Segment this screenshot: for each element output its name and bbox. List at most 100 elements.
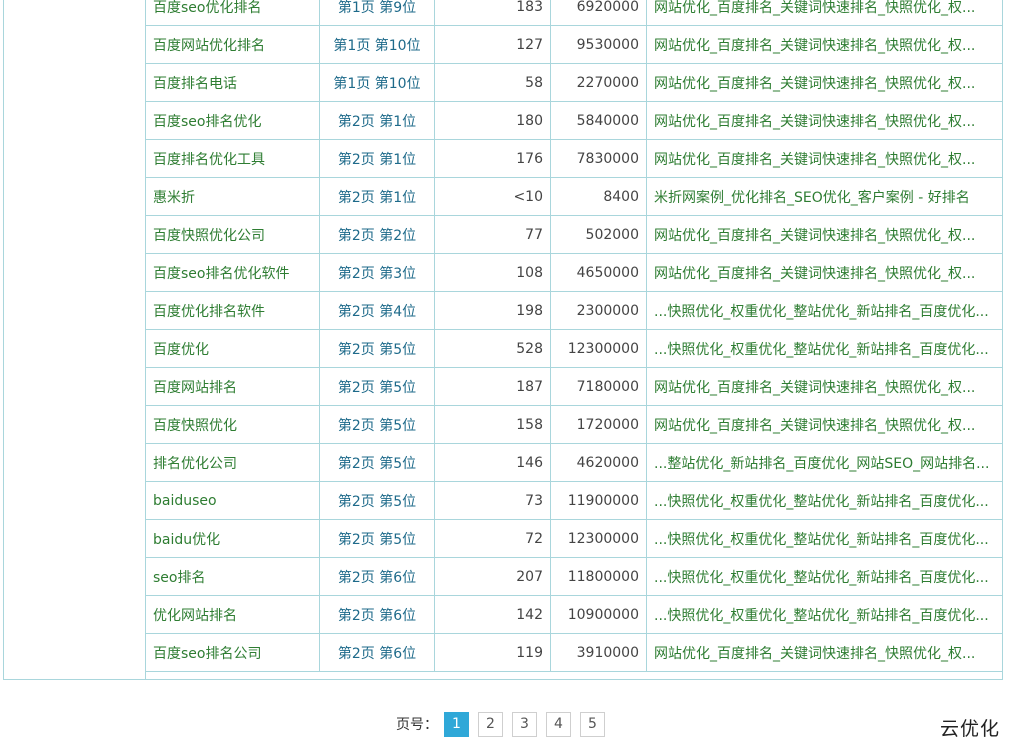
result-count-cell: 11900000 (550, 481, 647, 520)
page-title-cell[interactable]: 网站优化_百度排名_关键词快速排名_快照优化_权... (646, 215, 1003, 254)
pagination-label: 页号： (396, 717, 438, 733)
search-index-cell: 146 (434, 443, 551, 482)
table-row: 排名优化公司 第2页 第5位 146 4620000 ...整站优化_新站排名_百度优化… (145, 443, 1003, 482)
page-button-2[interactable]: 2 (478, 711, 503, 737)
keyword-cell[interactable]: 百度seo排名优化软件 (145, 253, 320, 292)
ranking-position-cell: 第2页 第1位 (319, 177, 435, 216)
keyword-cell[interactable]: 百度seo排名优化 (145, 101, 320, 140)
keyword-cell[interactable]: baiduseo (145, 481, 320, 520)
page-title-cell[interactable]: 网站优化_百度排名_关键词快速排名_快照优化_权... (646, 405, 1003, 444)
search-index-cell: 142 (434, 595, 551, 634)
ranking-position-cell: 第2页 第5位 (319, 405, 435, 444)
table-row: 百度seo排名公司 第2页 第6位 119 3910000 网站优化_百度排名_关键词快… (145, 633, 1003, 672)
keyword-ranking-table: 百度seo优化排名 第1页 第9位 183 6920000 网站优化_百度排名_关键词快… (145, 0, 1003, 672)
keyword-cell[interactable]: 百度快照优化公司 (145, 215, 320, 254)
search-index-cell: 183 (434, 0, 551, 26)
search-index-cell: 119 (434, 633, 551, 672)
keyword-cell[interactable]: 优化网站排名 (145, 595, 320, 634)
search-index-cell: 73 (434, 481, 551, 520)
table-row: 优化网站排名 第2页 第6位 142 10900000 ...快照优化_权重优化_整站优… (145, 595, 1003, 634)
result-count-cell: 2300000 (550, 291, 647, 330)
table-row: 百度seo优化排名 第1页 第9位 183 6920000 网站优化_百度排名_关键词快… (145, 0, 1003, 26)
search-index-cell: 158 (434, 405, 551, 444)
search-index-cell: 58 (434, 63, 551, 102)
result-count-cell: 502000 (550, 215, 647, 254)
page-title-cell[interactable]: ...快照优化_权重优化_整站优化_新站排名_百度优化... (646, 595, 1003, 634)
page-title-cell[interactable]: 网站优化_百度排名_关键词快速排名_快照优化_权... (646, 0, 1003, 26)
result-count-cell: 7180000 (550, 367, 647, 406)
search-index-cell: 77 (434, 215, 551, 254)
keyword-cell[interactable]: 百度排名电话 (145, 63, 320, 102)
keyword-cell[interactable]: 百度优化 (145, 329, 320, 368)
keyword-cell[interactable]: 百度网站排名 (145, 367, 320, 406)
keyword-cell[interactable]: 百度seo优化排名 (145, 0, 320, 26)
ranking-position-cell: 第2页 第5位 (319, 519, 435, 558)
page-title-cell[interactable]: 米折网案例_优化排名_SEO优化_客户案例 - 好排名 (646, 177, 1003, 216)
page-title-cell[interactable]: ...快照优化_权重优化_整站优化_新站排名_百度优化... (646, 481, 1003, 520)
page-title-cell[interactable]: 网站优化_百度排名_关键词快速排名_快照优化_权... (646, 139, 1003, 178)
ranking-position-cell: 第2页 第6位 (319, 595, 435, 634)
keyword-cell[interactable]: 惠米折 (145, 177, 320, 216)
page-title-cell[interactable]: ...快照优化_权重优化_整站优化_新站排名_百度优化... (646, 329, 1003, 368)
page-title-cell[interactable]: ...整站优化_新站排名_百度优化_网站SEO_网站排名... (646, 443, 1003, 482)
page-button-4[interactable]: 4 (546, 711, 571, 737)
table-row: 百度快照优化公司 第2页 第2位 77 502000 网站优化_百度排名_关键词快速排名… (145, 215, 1003, 254)
table-row: 百度seo排名优化软件 第2页 第3位 108 4650000 网站优化_百度排名_关键… (145, 253, 1003, 292)
page-title-cell[interactable]: ...快照优化_权重优化_整站优化_新站排名_百度优化... (646, 557, 1003, 596)
table-row: 百度seo排名优化 第2页 第1位 180 5840000 网站优化_百度排名_关键词快… (145, 101, 1003, 140)
ranking-position-cell: 第2页 第2位 (319, 215, 435, 254)
result-count-cell: 9530000 (550, 25, 647, 64)
table-row: 百度优化排名软件 第2页 第4位 198 2300000 ...快照优化_权重优化_整站… (145, 291, 1003, 330)
page-button-1[interactable]: 1 (444, 711, 469, 737)
search-index-cell: 127 (434, 25, 551, 64)
ranking-position-cell: 第2页 第6位 (319, 557, 435, 596)
left-column-blank (4, 0, 146, 679)
result-count-cell: 10900000 (550, 595, 647, 634)
search-index-cell: 72 (434, 519, 551, 558)
ranking-position-cell: 第2页 第5位 (319, 443, 435, 482)
ranking-position-cell: 第2页 第5位 (319, 481, 435, 520)
ranking-position-cell: 第2页 第3位 (319, 253, 435, 292)
page-title-cell[interactable]: 网站优化_百度排名_关键词快速排名_快照优化_权... (646, 367, 1003, 406)
search-index-cell: 180 (434, 101, 551, 140)
search-index-cell: 187 (434, 367, 551, 406)
result-count-cell: 4650000 (550, 253, 647, 292)
keyword-cell[interactable]: 百度seo排名公司 (145, 633, 320, 672)
keyword-cell[interactable]: seo排名 (145, 557, 320, 596)
keyword-cell[interactable]: 百度排名优化工具 (145, 139, 320, 178)
page-title-cell[interactable]: 网站优化_百度排名_关键词快速排名_快照优化_权... (646, 25, 1003, 64)
keyword-cell[interactable]: 排名优化公司 (145, 443, 320, 482)
table-row: 百度优化 第2页 第5位 528 12300000 ...快照优化_权重优化_整站优化_… (145, 329, 1003, 368)
keyword-cell[interactable]: 百度优化排名软件 (145, 291, 320, 330)
pagination-buttons: 12345 (444, 711, 614, 737)
page-title-cell[interactable]: 网站优化_百度排名_关键词快速排名_快照优化_权... (646, 101, 1003, 140)
page-title-cell[interactable]: 网站优化_百度排名_关键词快速排名_快照优化_权... (646, 633, 1003, 672)
search-index-cell: 207 (434, 557, 551, 596)
ranking-position-cell: 第1页 第10位 (319, 25, 435, 64)
table-row: seo排名 第2页 第6位 207 11800000 ...快照优化_权重优化_整站优化… (145, 557, 1003, 596)
result-count-cell: 8400 (550, 177, 647, 216)
page-button-3[interactable]: 3 (512, 711, 537, 737)
result-count-cell: 12300000 (550, 519, 647, 558)
keyword-cell[interactable]: baidu优化 (145, 519, 320, 558)
page-title-cell[interactable]: ...快照优化_权重优化_整站优化_新站排名_百度优化... (646, 291, 1003, 330)
keyword-cell[interactable]: 百度网站优化排名 (145, 25, 320, 64)
search-index-cell: 198 (434, 291, 551, 330)
result-count-cell: 4620000 (550, 443, 647, 482)
page-button-5[interactable]: 5 (580, 711, 605, 737)
search-index-cell: <10 (434, 177, 551, 216)
ranking-position-cell: 第2页 第1位 (319, 101, 435, 140)
result-count-cell: 2270000 (550, 63, 647, 102)
table-row: 百度排名优化工具 第2页 第1位 176 7830000 网站优化_百度排名_关键词快速… (145, 139, 1003, 178)
result-count-cell: 3910000 (550, 633, 647, 672)
page-title-cell[interactable]: 网站优化_百度排名_关键词快速排名_快照优化_权... (646, 253, 1003, 292)
ranking-position-cell: 第1页 第9位 (319, 0, 435, 26)
page-title-cell[interactable]: ...快照优化_权重优化_整站优化_新站排名_百度优化... (646, 519, 1003, 558)
page-title-cell[interactable]: 网站优化_百度排名_关键词快速排名_快照优化_权... (646, 63, 1003, 102)
ranking-position-cell: 第1页 第10位 (319, 63, 435, 102)
search-index-cell: 528 (434, 329, 551, 368)
table-body: 百度seo优化排名 第1页 第9位 183 6920000 网站优化_百度排名_关键词快… (145, 0, 1003, 672)
keyword-cell[interactable]: 百度快照优化 (145, 405, 320, 444)
table-row: 百度快照优化 第2页 第5位 158 1720000 网站优化_百度排名_关键词快速排名… (145, 405, 1003, 444)
table-row: 百度排名电话 第1页 第10位 58 2270000 网站优化_百度排名_关键词快速排名… (145, 63, 1003, 102)
